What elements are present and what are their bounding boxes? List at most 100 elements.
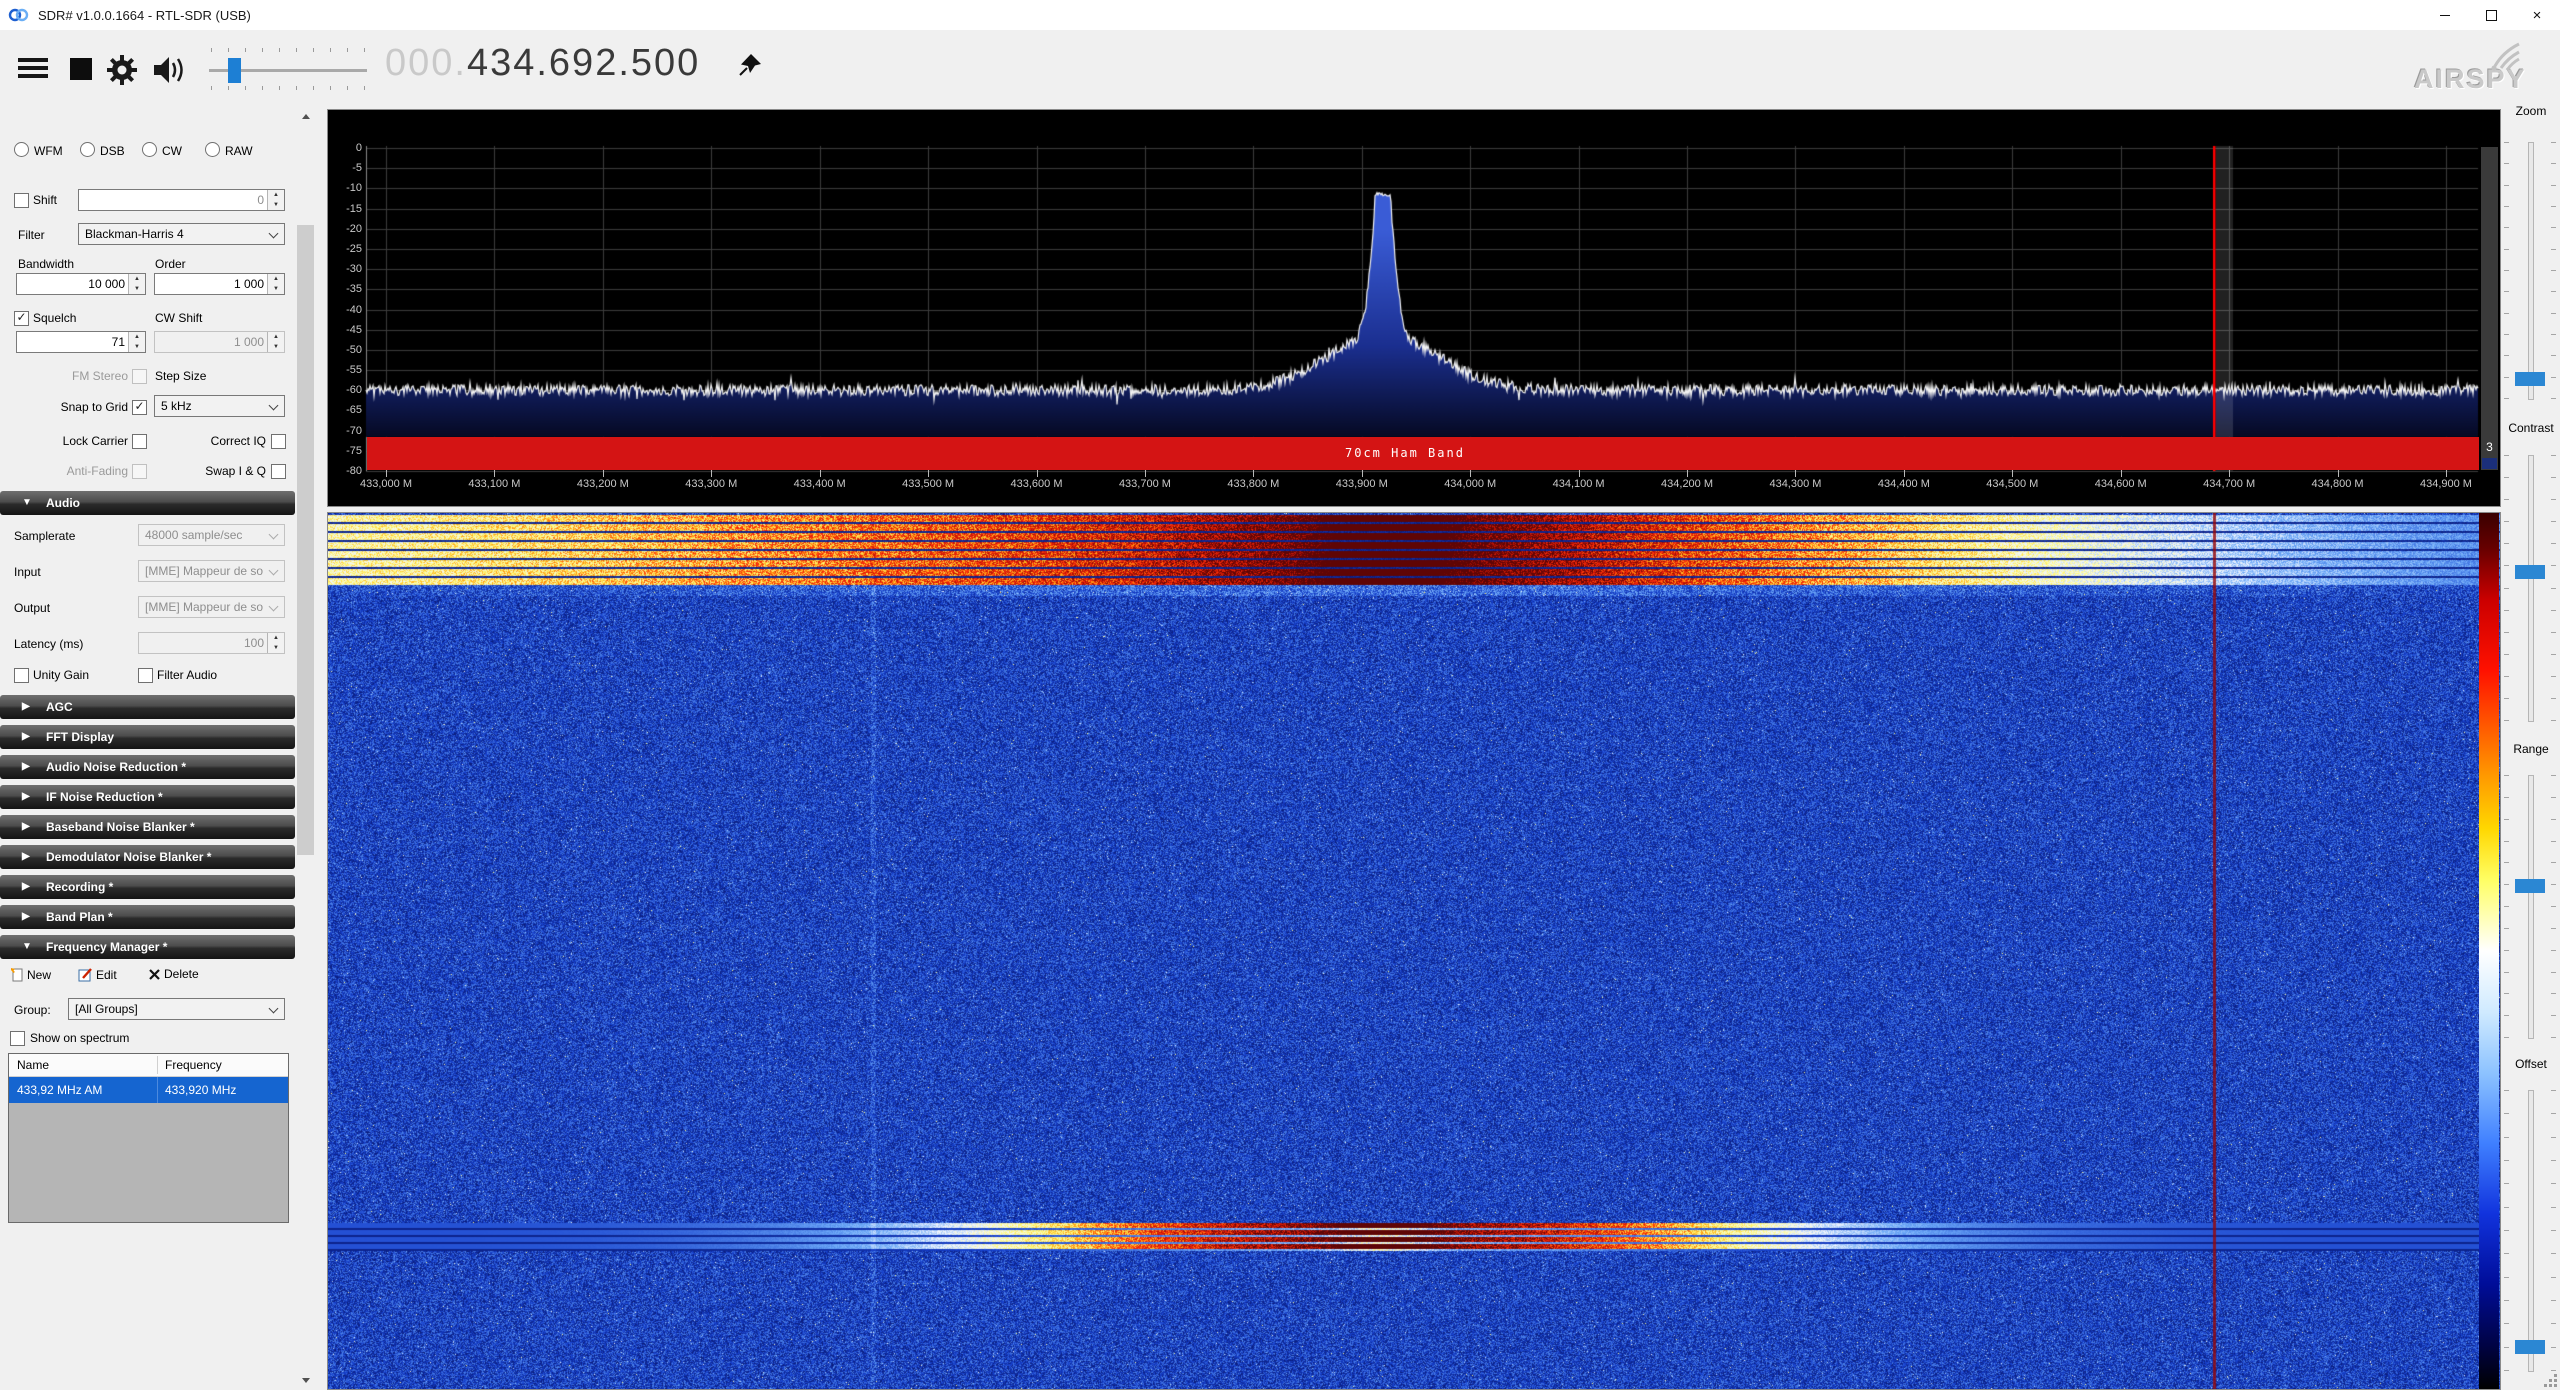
snap-to-grid-checkbox[interactable]: ✓ [132,400,147,415]
resize-grip[interactable] [2544,1374,2558,1388]
zoom-slider-tick [2551,398,2556,399]
maximize-icon [2486,10,2497,21]
radio-cw[interactable]: CW [142,142,182,158]
group-dropdown[interactable]: [All Groups] [68,998,285,1020]
freq-axis-label: 434,600 M [2081,478,2161,490]
zoom-slider-handle[interactable] [2515,372,2545,386]
zoom-slider-track[interactable] [2528,142,2534,400]
freq-axis-tick [603,470,604,477]
contrast-slider-tick [2551,720,2556,721]
offset-slider-tick [2504,1183,2509,1184]
order-input[interactable]: 1 000 ▲▼ [154,273,285,295]
range-slider-handle[interactable] [2515,879,2545,893]
volume-slider[interactable] [205,48,373,92]
maximize-button[interactable] [2468,0,2514,30]
filter-audio-checkbox[interactable] [138,668,153,683]
waterfall-panel[interactable] [327,512,2501,1390]
volume-tick [262,86,263,90]
speaker-icon[interactable] [152,54,188,86]
range-slider-tick [2504,797,2509,798]
fm-delete-button[interactable]: Delete [148,967,199,985]
radio-dsb[interactable]: DSB [80,142,125,158]
shift-spinner[interactable]: ▲▼ [267,190,284,210]
scroll-up-button[interactable] [296,107,315,126]
section-header-band-plan[interactable]: ▶Band Plan * [0,905,295,929]
fm-new-button[interactable]: New [10,967,51,985]
freq-axis-tick [1579,470,1580,477]
section-header-audio[interactable]: ▼ Audio [0,491,295,515]
close-button[interactable]: × [2514,0,2560,30]
scrollbar-thumb[interactable] [297,225,314,855]
spectrum-offset-slider[interactable]: 3 [2481,147,2498,470]
radio-raw[interactable]: RAW [205,142,253,158]
panel-scrollbar[interactable] [296,107,315,1390]
offset-slider-handle[interactable] [2515,1340,2545,1354]
triangle-right-icon: ▶ [22,905,30,929]
correct-iq-label: Correct IQ [186,434,266,448]
zoom-slider-tick [2551,206,2556,207]
range-slider-tick [2551,797,2556,798]
lock-carrier-checkbox[interactable] [132,434,147,449]
range-slider-tick [2504,884,2509,885]
filter-audio-label: Filter Audio [157,668,217,682]
waterfall-canvas[interactable] [328,513,2500,1389]
contrast-slider-tick [2551,455,2556,456]
radio-wfm[interactable]: WFM [14,142,63,158]
filter-dropdown[interactable]: Blackman-Harris 4 [78,223,285,245]
correct-iq-checkbox[interactable] [271,434,286,449]
scroll-down-button[interactable] [296,1371,315,1390]
section-header-recording[interactable]: ▶Recording * [0,875,295,899]
zoom-slider-label: Zoom [2500,104,2560,118]
swap-iq-checkbox[interactable] [271,464,286,479]
shift-checkbox[interactable] [14,193,29,208]
squelch-input[interactable]: 71 ▲▼ [16,331,146,353]
settings-gear-icon[interactable] [106,54,138,86]
zoom-slider-tick [2551,355,2556,356]
triangle-right-icon: ▶ [22,725,30,749]
volume-tick [262,48,263,52]
unity-gain-checkbox[interactable] [14,668,29,683]
range-slider-track[interactable] [2528,775,2534,1039]
zoom-slider-tick [2504,206,2509,207]
section-header-demodulator-noise-blanker[interactable]: ▶Demodulator Noise Blanker * [0,845,295,869]
db-axis-label: -65 [328,404,362,416]
contrast-slider-tick [2551,632,2556,633]
contrast-slider-track[interactable] [2528,455,2534,722]
show-on-spectrum-checkbox[interactable] [10,1031,25,1046]
shift-input[interactable]: 0 ▲▼ [78,189,285,211]
frequency-table-row[interactable]: 433,92 MHz AM433,920 MHz [9,1077,288,1103]
step-size-dropdown[interactable]: 5 kHz [154,395,285,417]
latency-label: Latency (ms) [14,637,83,651]
section-header-if-noise-reduction[interactable]: ▶IF Noise Reduction * [0,785,295,809]
range-slider-tick [2504,1037,2509,1038]
stop-button[interactable] [70,58,92,80]
volume-handle[interactable] [228,58,241,83]
spectrum-offset-thumb[interactable] [2482,458,2497,469]
section-header-frequency-manager[interactable]: ▼ Frequency Manager * [0,935,295,959]
new-file-icon [10,967,24,982]
section-header-agc[interactable]: ▶AGC [0,695,295,719]
squelch-checkbox[interactable]: ✓ [14,311,29,326]
minimize-button[interactable] [2422,0,2468,30]
frequency-dim-digits: 000. [385,42,467,84]
offset-slider-tick [2551,1300,2556,1301]
radio-circle-icon [142,142,157,157]
section-header-fft-display[interactable]: ▶FFT Display [0,725,295,749]
zoom-slider-tick [2504,270,2509,271]
section-header-audio-noise-reduction[interactable]: ▶Audio Noise Reduction * [0,755,295,779]
frequency-display[interactable]: 000.434.692.500 [385,42,700,85]
contrast-slider-tick [2551,543,2556,544]
menu-button[interactable] [18,58,48,78]
contrast-slider-tick [2551,477,2556,478]
order-label: Order [155,257,186,271]
pin-icon[interactable] [737,52,763,78]
spectrum-panel[interactable]: 0-5-10-15-20-25-30-35-40-45-50-55-60-65-… [327,109,2501,507]
fm-edit-button[interactable]: Edit [78,967,117,985]
offset-slider-track[interactable] [2528,1090,2534,1372]
bandwidth-input[interactable]: 10 000 ▲▼ [16,273,146,295]
contrast-slider-handle[interactable] [2515,565,2545,579]
frequency-table[interactable]: Name Frequency 433,92 MHz AM433,920 MHz [8,1053,289,1223]
contrast-slider-tick [2504,588,2509,589]
section-header-baseband-noise-blanker[interactable]: ▶Baseband Noise Blanker * [0,815,295,839]
volume-tick [211,86,212,90]
